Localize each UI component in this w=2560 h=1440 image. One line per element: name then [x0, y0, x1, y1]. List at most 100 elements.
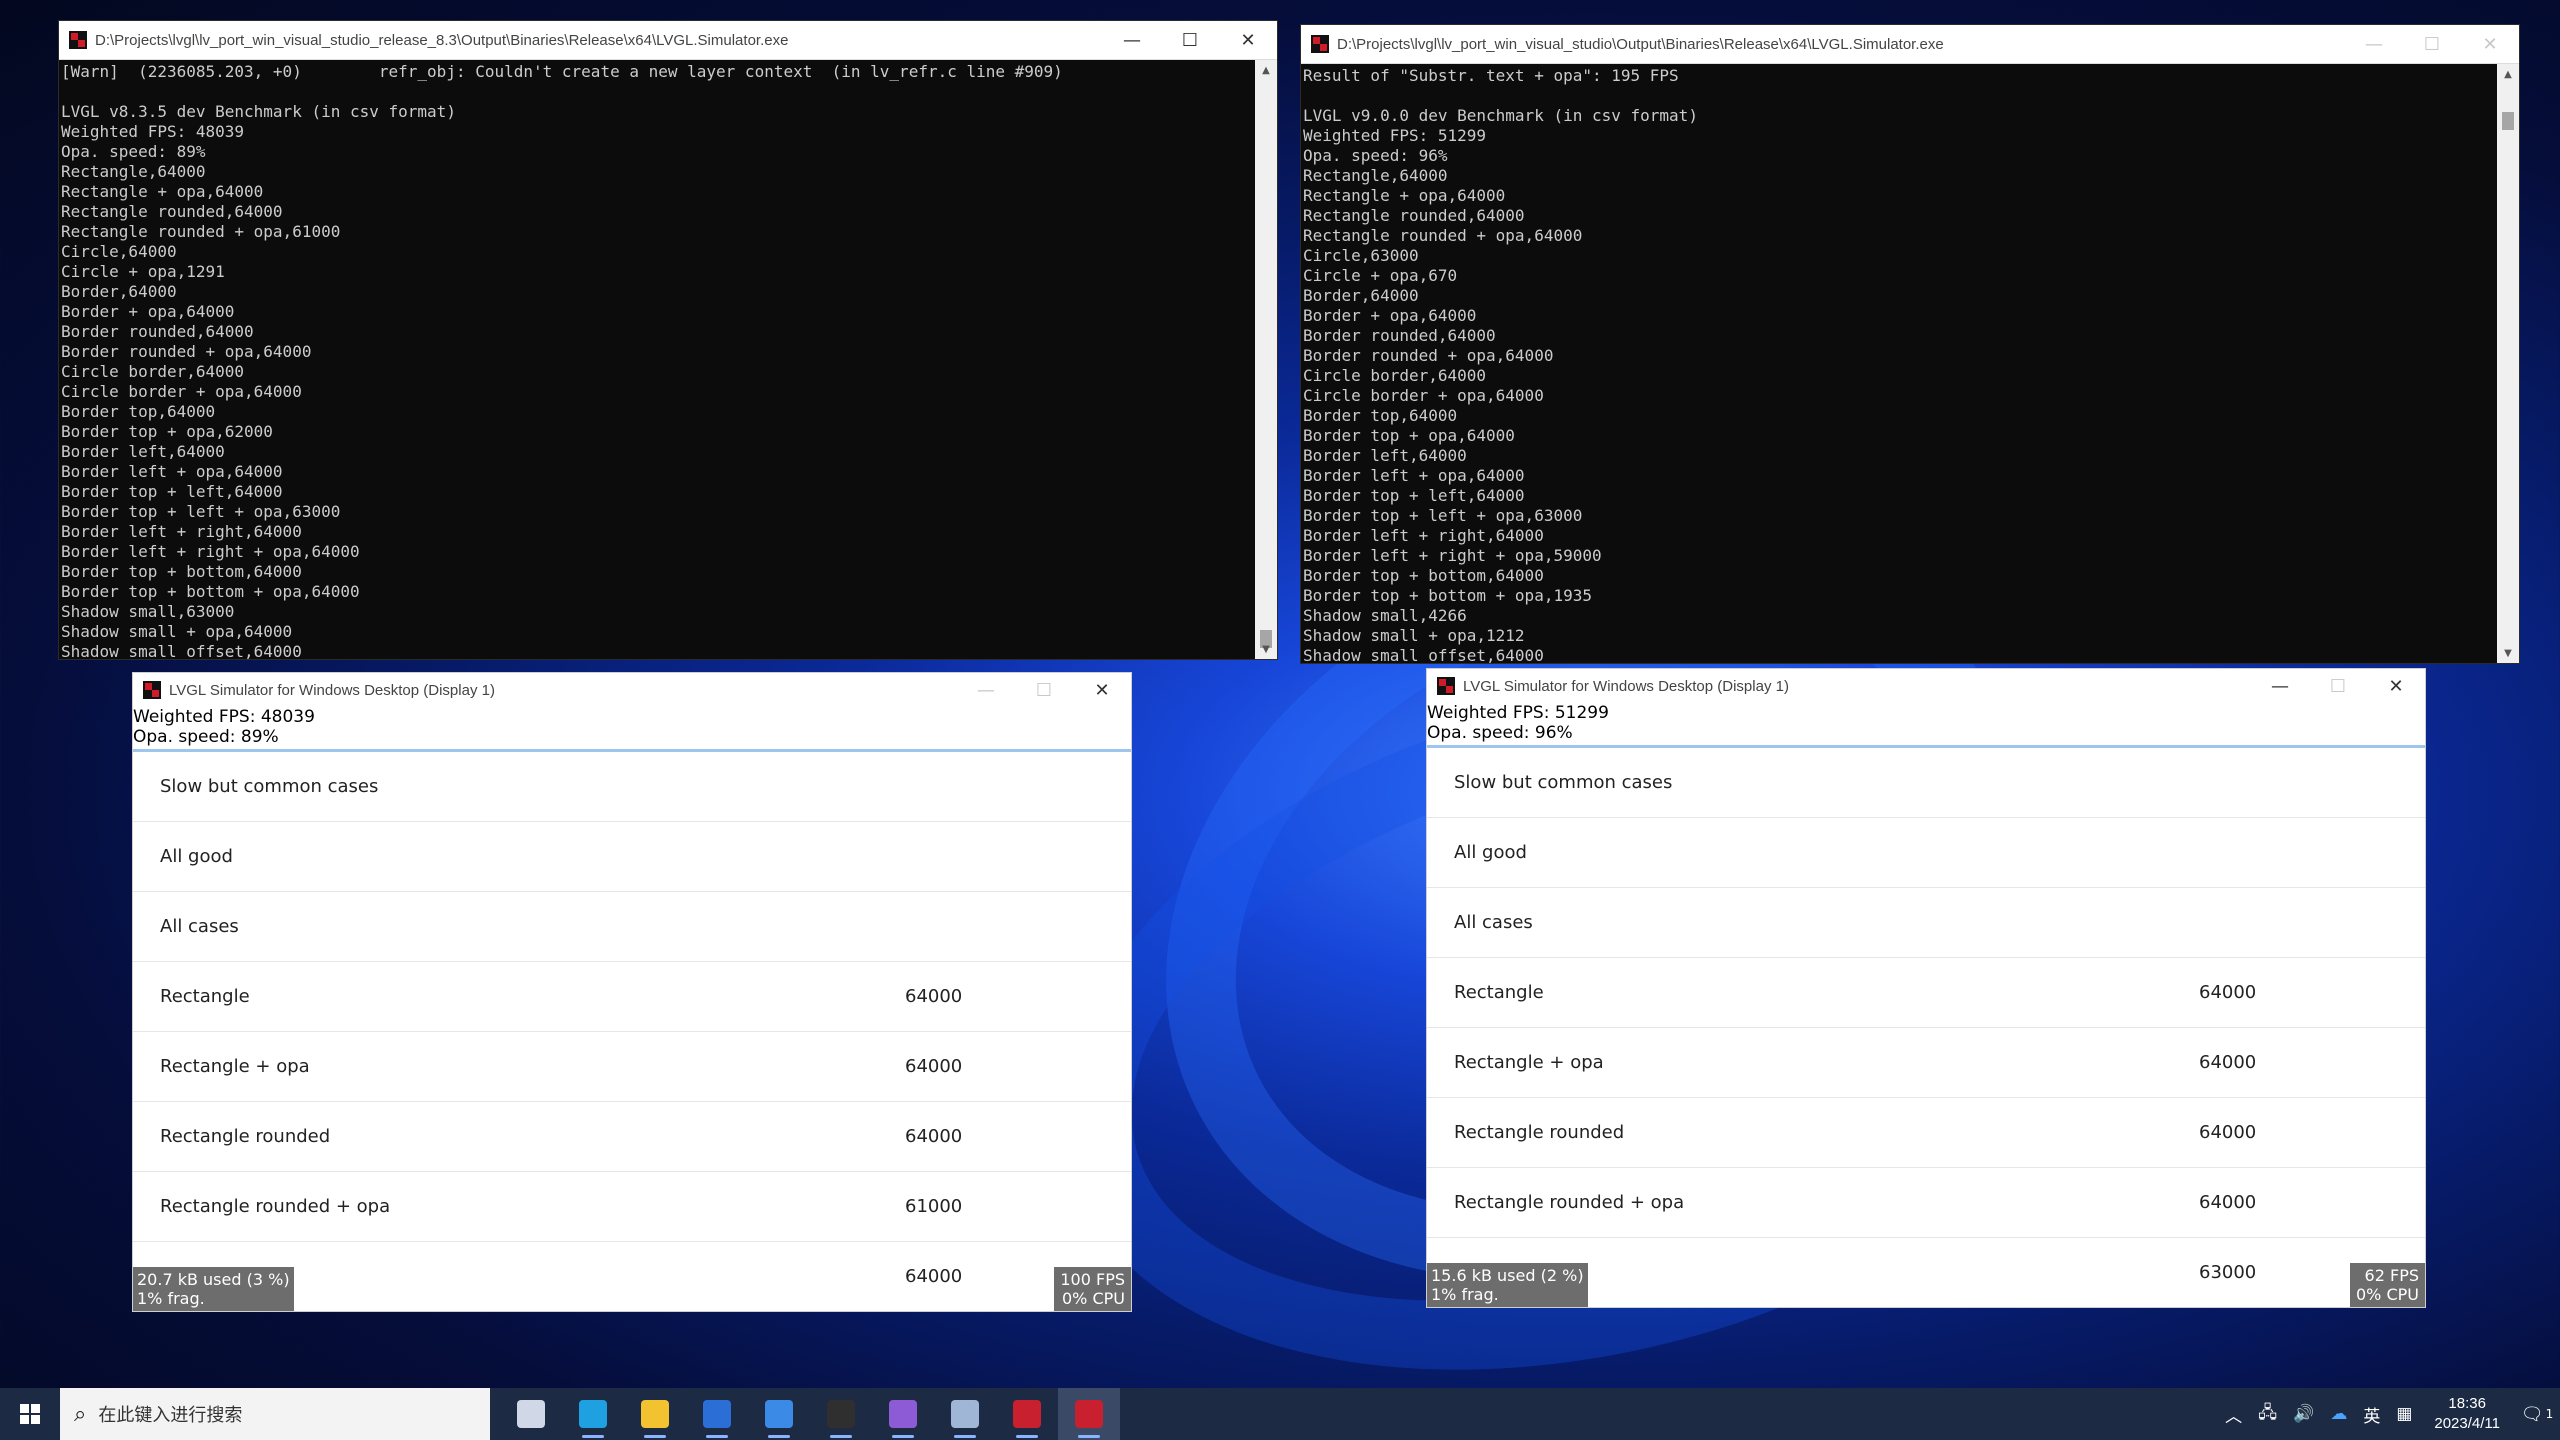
taskbar-app-button[interactable] [996, 1388, 1058, 1440]
maximize-button[interactable]: ☐ [1161, 21, 1219, 60]
taskbar-app-button[interactable] [624, 1388, 686, 1440]
maximize-button[interactable]: ☐ [2309, 669, 2367, 703]
sim-titlebar[interactable]: LVGL Simulator for Windows Desktop (Disp… [1427, 669, 2425, 703]
console-output: [Warn] (2236085.203, +0) refr_obj: Could… [59, 60, 1255, 659]
console-line: Result of "Substr. text + opa": 195 FPS [1303, 66, 1679, 85]
scroll-thumb[interactable] [2502, 112, 2514, 130]
maximize-button[interactable]: ☐ [2403, 25, 2461, 64]
console-line: Border,64000 [61, 282, 177, 301]
benchmark-row[interactable]: All cases [1427, 888, 2425, 958]
vertical-scrollbar[interactable]: ▲ ▼ [1255, 60, 1277, 659]
benchmark-summary: Weighted FPS: 48039 Opa. speed: 89% [133, 707, 1131, 752]
benchmark-row[interactable]: Rectangle rounded 64000 [133, 1102, 1131, 1172]
weighted-fps: Weighted FPS: 51299 [1427, 703, 1609, 723]
lvgl-app-icon [69, 31, 87, 49]
terminal-icon [827, 1400, 855, 1428]
close-button[interactable]: ✕ [1073, 673, 1131, 707]
row-label: Rectangle rounded [160, 1126, 331, 1147]
benchmark-row[interactable]: Rectangle rounded + opa 61000 [133, 1172, 1131, 1242]
benchmark-row[interactable]: Rectangle 64000 [133, 962, 1131, 1032]
console-line: Border left + opa,64000 [1303, 466, 1525, 485]
notification-icon[interactable]: 🗨 1 [2514, 1388, 2560, 1440]
benchmark-list[interactable]: Slow but common cases All good All cases Re… [1427, 748, 2425, 1307]
minimize-button[interactable]: — [957, 673, 1015, 707]
system-tray: ︿ 🖧 🔊 ☁ 英 ▦ 18:36 2023/4/11 🗨 1 [2217, 1388, 2560, 1440]
lvgl-app-icon [1311, 35, 1329, 53]
benchmark-row[interactable]: All cases [133, 892, 1131, 962]
benchmark-row[interactable]: Rectangle rounded 64000 [1427, 1098, 2425, 1168]
taskbar-app-button[interactable] [934, 1388, 996, 1440]
row-value: 64000 [2199, 1052, 2257, 1073]
console-line: Shadow small offset,64000 [61, 642, 302, 659]
console-titlebar[interactable]: D:\Projects\lvgl\lv_port_win_visual_stud… [1301, 25, 2519, 64]
row-label: Rectangle + opa [1454, 1052, 1604, 1073]
taskbar-app-button[interactable] [686, 1388, 748, 1440]
chevron-up-icon[interactable]: ︿ [2225, 1402, 2242, 1427]
benchmark-row[interactable]: All good [133, 822, 1131, 892]
taskbar-search[interactable]: ⌕ 在此键入进行搜索 [60, 1388, 490, 1440]
console-window-v8[interactable]: D:\Projects\lvgl\lv_port_win_visual_stud… [58, 20, 1278, 660]
fps-readout: 100 FPS [1060, 1270, 1125, 1289]
taskbar-app-button[interactable] [810, 1388, 872, 1440]
console-line: Border left,64000 [1303, 446, 1467, 465]
row-label: Slow but common cases [1454, 772, 1673, 793]
benchmark-row[interactable]: Slow but common cases [1427, 748, 2425, 818]
memory-frag: 1% frag. [137, 1289, 205, 1308]
row-value: 64000 [2199, 1192, 2257, 1213]
console-titlebar[interactable]: D:\Projects\lvgl\lv_port_win_visual_stud… [59, 21, 1277, 60]
volume-icon[interactable]: 🔊 [2293, 1404, 2314, 1424]
row-value: 63000 [2199, 1262, 2257, 1283]
scroll-up-icon[interactable]: ▲ [1255, 60, 1277, 80]
start-button[interactable] [0, 1388, 60, 1440]
ime-mode-icon[interactable]: ▦ [2396, 1404, 2412, 1424]
benchmark-list[interactable]: Slow but common cases All good All cases Re… [133, 752, 1131, 1311]
simulator-window-v8[interactable]: LVGL Simulator for Windows Desktop (Disp… [132, 672, 1132, 1312]
fps-readout: 62 FPS [2364, 1266, 2419, 1285]
taskbar-app-button[interactable] [562, 1388, 624, 1440]
lvgl-app-icon [1437, 677, 1455, 695]
clock[interactable]: 18:36 2023/4/11 [2434, 1394, 2500, 1434]
console-window-v9[interactable]: D:\Projects\lvgl\lv_port_win_visual_stud… [1300, 24, 2520, 664]
scroll-up-icon[interactable]: ▲ [2497, 64, 2519, 84]
clock-time: 18:36 [2448, 1395, 2486, 1412]
benchmark-row[interactable]: Rectangle 64000 [1427, 958, 2425, 1028]
benchmark-row[interactable]: Rectangle + opa 64000 [1427, 1028, 2425, 1098]
vertical-scrollbar[interactable]: ▲ ▼ [2497, 64, 2519, 663]
lvgl-app-icon [143, 681, 161, 699]
console-line: Border rounded,64000 [1303, 326, 1496, 345]
taskbar-app-button[interactable] [500, 1388, 562, 1440]
console-line: Rectangle,64000 [61, 162, 206, 181]
row-value: 64000 [905, 1056, 963, 1077]
row-value: 64000 [905, 1126, 963, 1147]
sim-titlebar[interactable]: LVGL Simulator for Windows Desktop (Disp… [133, 673, 1131, 707]
close-button[interactable]: ✕ [2367, 669, 2425, 703]
network-icon[interactable]: 🖧 [2258, 1400, 2277, 1429]
weighted-fps: Weighted FPS: 48039 [133, 707, 315, 727]
memory-monitor: 15.6 kB used (2 %) 1% frag. [1427, 1263, 1588, 1307]
minimize-button[interactable]: — [2345, 25, 2403, 64]
simulator-window-v9[interactable]: LVGL Simulator for Windows Desktop (Disp… [1426, 668, 2426, 1308]
taskbar-app-button[interactable] [748, 1388, 810, 1440]
onedrive-icon[interactable]: ☁ [2330, 1404, 2347, 1424]
maximize-button[interactable]: ☐ [1015, 673, 1073, 707]
benchmark-row[interactable]: Rectangle + opa 64000 [133, 1032, 1131, 1102]
benchmark-row[interactable]: Slow but common cases [133, 752, 1131, 822]
console-line: Circle border + opa,64000 [1303, 386, 1544, 405]
console-line: Border top + left + opa,63000 [1303, 506, 1583, 525]
running-indicator [1078, 1435, 1100, 1438]
taskbar-app-button[interactable] [1058, 1388, 1120, 1440]
performance-monitor: 100 FPS 0% CPU [1054, 1267, 1131, 1311]
benchmark-row[interactable]: All good [1427, 818, 2425, 888]
scroll-down-icon[interactable]: ▼ [1255, 639, 1277, 659]
windows-logo-icon [20, 1404, 40, 1424]
benchmark-row[interactable]: Rectangle rounded + opa 64000 [1427, 1168, 2425, 1238]
close-button[interactable]: ✕ [1219, 21, 1277, 60]
ime-indicator[interactable]: 英 [2363, 1402, 2380, 1427]
close-button[interactable]: ✕ [2461, 25, 2519, 64]
console-line: Border rounded,64000 [61, 322, 254, 341]
scroll-down-icon[interactable]: ▼ [2497, 643, 2519, 663]
taskbar-app-button[interactable] [872, 1388, 934, 1440]
minimize-button[interactable]: — [2251, 669, 2309, 703]
minimize-button[interactable]: — [1103, 21, 1161, 60]
console-line: Shadow small + opa,64000 [61, 622, 293, 641]
